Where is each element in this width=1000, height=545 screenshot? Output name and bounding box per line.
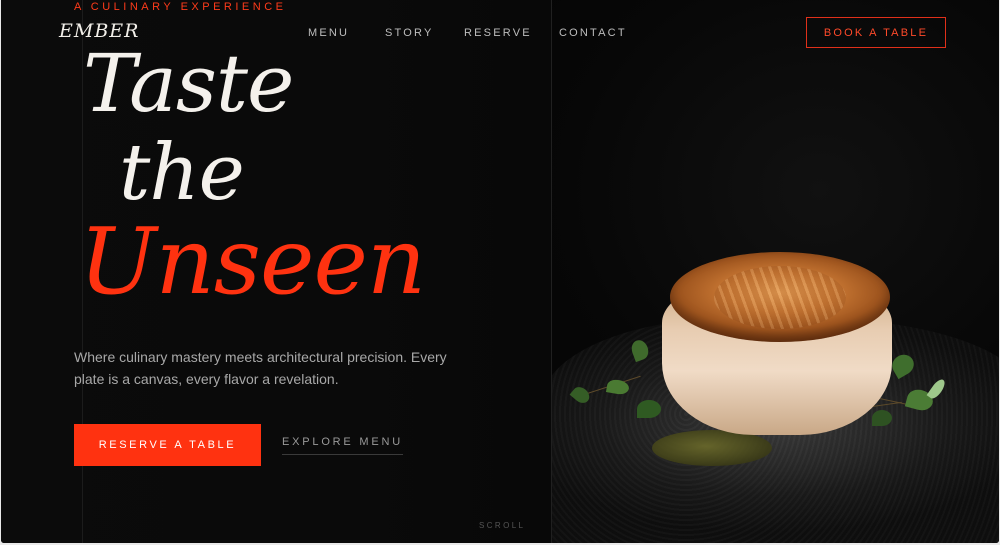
landing-page: A CULINARY EXPERIENCE EMBER MENU STORY R… — [1, 0, 999, 543]
microgreen — [637, 400, 661, 418]
book-table-button[interactable]: BOOK A TABLE — [806, 17, 946, 48]
sauce — [652, 430, 772, 466]
headline-line-3: Unseen — [79, 208, 426, 315]
scallop-seared-top — [670, 252, 890, 342]
explore-menu-link[interactable]: EXPLORE MENU — [282, 436, 404, 455]
nav-link-reserve[interactable]: RESERVE — [464, 27, 532, 39]
microgreen — [872, 410, 892, 426]
eyebrow-tagline: A CULINARY EXPERIENCE — [74, 1, 287, 13]
reserve-table-button[interactable]: RESERVE A TABLE — [74, 424, 261, 466]
hero-description: Where culinary mastery meets architectur… — [74, 349, 447, 387]
nav-link-story[interactable]: STORY — [385, 27, 434, 39]
headline-line-1: Taste — [83, 37, 294, 130]
scroll-indicator[interactable]: SCROLL — [479, 521, 525, 530]
headline-line-2: the — [119, 128, 245, 218]
grid-line — [551, 0, 552, 543]
hero-image-seared-scallop — [552, 0, 999, 543]
nav-link-contact[interactable]: CONTACT — [559, 27, 627, 39]
nav-link-menu[interactable]: MENU — [308, 27, 349, 39]
